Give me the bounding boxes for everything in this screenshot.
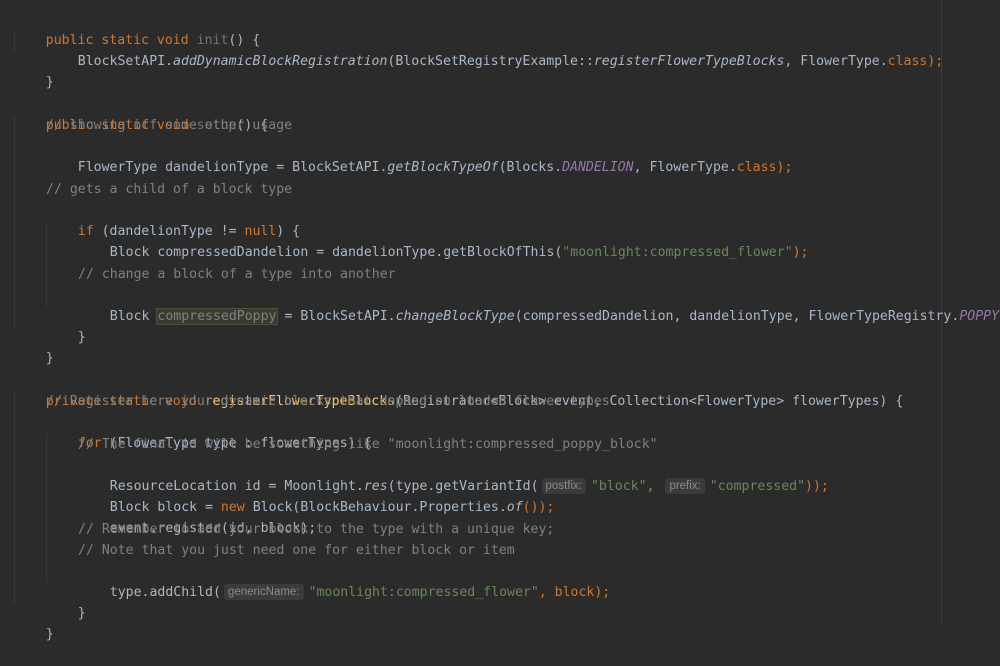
code-text: }: [77, 330, 86, 345]
code-line[interactable]: for (FlowerType type : flowerTypes) {: [46, 412, 372, 451]
highlighted-variable[interactable]: compressedPoppy: [156, 308, 278, 325]
code-line[interactable]: private static void registerFlowerTypeBl…: [14, 370, 904, 409]
code-line[interactable]: }: [14, 327, 54, 366]
code-text: );: [927, 54, 944, 69]
keyword: class: [736, 160, 777, 175]
method-call: addDynamicBlockRegistration: [173, 54, 388, 69]
code-text: (Blocks.: [498, 160, 563, 175]
code-text: , FlowerType.: [784, 54, 888, 69]
keyword: class: [887, 54, 928, 69]
code-line[interactable]: type.addChild(genericName: "moonlight:com…: [78, 561, 610, 600]
code-line[interactable]: BlockSetAPI.addDynamicBlockRegistration(…: [46, 30, 943, 69]
code-line[interactable]: public static void setup() {: [14, 94, 268, 133]
code-line[interactable]: ResourceLocation id = Moonlight.res(type…: [78, 455, 829, 494]
string-literal: "moonlight:compressed_flower": [308, 585, 539, 600]
comment-line[interactable]: // showing off some other usage: [46, 115, 292, 136]
code-text: (BlockSetRegistryExample::: [387, 54, 594, 69]
code-text: );: [792, 245, 809, 260]
code-line[interactable]: if (dandelionType != null) {: [46, 200, 300, 239]
code-text: }: [45, 627, 54, 642]
method-call: changeBlockType: [395, 309, 515, 324]
code-line[interactable]: }: [46, 306, 86, 345]
comment-line[interactable]: // change a block of a type into another: [78, 264, 396, 285]
code-text: Block: [109, 309, 158, 324]
code-text: Block compressedDandelion = dandelionTyp…: [109, 245, 563, 260]
string-literal: "compressed": [709, 479, 806, 494]
method-reference: registerFlowerTypeBlocks: [593, 54, 785, 69]
code-text: );: [776, 160, 793, 175]
string-literal: "moonlight:compressed_flower": [562, 245, 793, 260]
code-line[interactable]: Block compressedPoppy = BlockSetAPI.chan…: [78, 285, 1000, 325]
comment-line[interactable]: // Register here your dynamic blocks tha…: [46, 391, 610, 412]
static-field: DANDELION: [562, 160, 634, 175]
code-line[interactable]: }: [14, 603, 54, 642]
code-text: }: [45, 351, 54, 366]
parameter-hint: genericName:: [223, 584, 304, 600]
method-call: of: [506, 500, 523, 515]
code-text: ));: [805, 479, 829, 494]
parameter-hint: prefix:: [665, 478, 705, 494]
code-text: , block);: [538, 585, 611, 600]
code-line[interactable]: }: [46, 582, 86, 621]
code-text: }: [45, 75, 54, 90]
comment-line[interactable]: // gets a child of a block type: [46, 179, 292, 200]
code-line[interactable]: }: [14, 51, 54, 90]
comment-line[interactable]: // Note that you just need one for eithe…: [78, 540, 515, 561]
code-line[interactable]: event.register(id, block);: [78, 497, 316, 536]
code-editor[interactable]: public static void init() { BlockSetAPI.…: [0, 0, 1000, 642]
code-line[interactable]: FlowerType dandelionType = BlockSetAPI.g…: [46, 136, 793, 175]
code-text: (compressedDandelion, dandelionType, Flo…: [514, 309, 960, 324]
code-text: ,: [646, 479, 663, 494]
code-text: type.addChild(: [109, 585, 221, 600]
method-call: getBlockTypeOf: [387, 160, 499, 175]
comment-line[interactable]: // Remember to add your block to the typ…: [78, 519, 554, 540]
code-text: , FlowerType.: [633, 160, 737, 175]
code-text: BlockSetAPI.: [77, 54, 174, 69]
static-field: POPPY: [959, 309, 1000, 324]
code-text: ());: [522, 500, 555, 515]
string-literal: "block": [590, 479, 647, 494]
code-line[interactable]: public static void init() {: [14, 9, 260, 48]
code-text: FlowerType dandelionType = BlockSetAPI.: [77, 160, 388, 175]
code-text: = BlockSetAPI.: [276, 309, 396, 324]
code-line[interactable]: Block compressedDandelion = dandelionTyp…: [78, 221, 809, 260]
comment-line[interactable]: // The final id will be something like "…: [78, 434, 658, 455]
code-line[interactable]: Block block = new Block(BlockBehaviour.P…: [78, 476, 555, 515]
code-text: }: [77, 606, 86, 621]
